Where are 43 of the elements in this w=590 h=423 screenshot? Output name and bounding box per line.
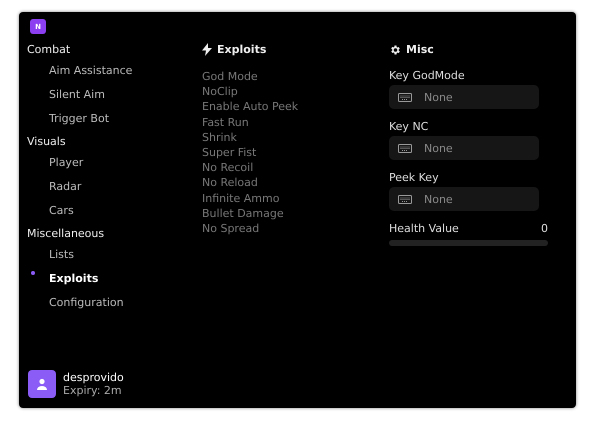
exploit-option[interactable]: Shrink	[202, 130, 237, 146]
exploit-option[interactable]: Fast Run	[202, 114, 249, 130]
sidebar-item[interactable]: Configuration	[49, 296, 124, 309]
keybind-field[interactable]: None	[389, 187, 539, 211]
exploit-option[interactable]: Enable Auto Peek	[202, 99, 298, 115]
sidebar-item[interactable]: Player	[49, 156, 84, 169]
sidebar-item[interactable]: Cars	[49, 204, 74, 217]
exploit-option[interactable]: God Mode	[202, 69, 258, 84]
section-title: Visuals	[27, 135, 67, 148]
exploit-option[interactable]: No Recoil	[202, 160, 254, 176]
slider-label: Health Value	[389, 222, 459, 235]
gear-icon	[389, 44, 401, 56]
section-title: Exploits	[217, 43, 266, 56]
exploit-option[interactable]: NoClip	[202, 84, 238, 100]
keybind-label: Key GodMode	[389, 69, 466, 82]
expiry-text: Expiry: 2m	[63, 384, 123, 397]
sidebar-item[interactable]: Silent Aim	[49, 88, 105, 101]
keybind-field[interactable]: None	[389, 136, 539, 160]
exploit-option[interactable]: Bullet Damage	[202, 206, 284, 222]
keybind-field[interactable]: None	[389, 85, 539, 109]
section-title: Combat	[27, 43, 72, 56]
selected-dot	[31, 271, 35, 275]
keybind-label: Peek Key	[389, 171, 440, 184]
exploit-option[interactable]: Infinite Ammo	[202, 190, 280, 206]
keyboard-icon	[398, 194, 412, 204]
avatar-icon	[28, 370, 56, 398]
section-title: Miscellaneous	[27, 227, 106, 240]
sidebar-item[interactable]: Trigger Bot	[49, 112, 110, 125]
sidebar-item[interactable]: Lists	[49, 248, 74, 261]
sidebar-item[interactable]: Aim Assistance	[49, 64, 132, 77]
keyboard-icon	[398, 144, 412, 152]
sidebar-item[interactable]: Radar	[49, 180, 82, 193]
slider-track[interactable]	[389, 240, 548, 246]
username: desprovido	[63, 371, 124, 384]
exploit-option[interactable]: Super Fist	[202, 145, 256, 160]
sidebar-item[interactable]: Exploits	[49, 272, 98, 285]
exploit-option[interactable]: No Reload	[202, 175, 258, 191]
section-title: Misc	[406, 43, 434, 56]
slider-value: 0	[541, 222, 548, 235]
exploit-option[interactable]: No Spread	[202, 221, 260, 236]
lightning-icon	[202, 43, 212, 56]
keyboard-icon	[398, 92, 412, 102]
keybind-label: Key NC	[389, 120, 430, 133]
